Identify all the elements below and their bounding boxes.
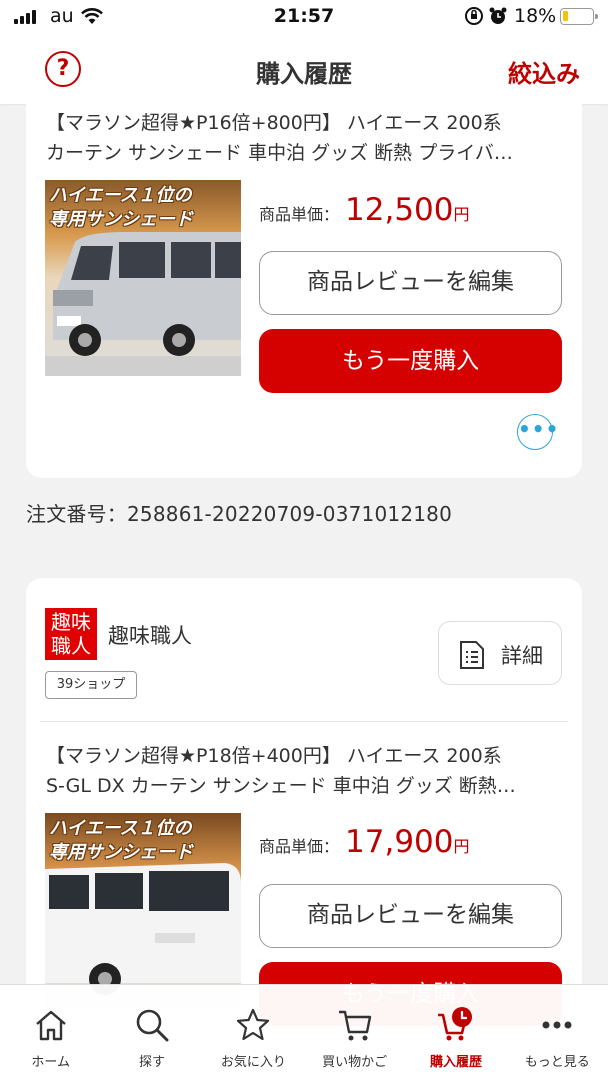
status-bar: au 21:57 18% — [0, 0, 608, 34]
product-name-line: 【マラソン超得★P18倍+400円】 ハイエース 200系 — [46, 745, 502, 767]
search-icon — [136, 1009, 169, 1042]
tab-more[interactable]: もっと見る — [507, 985, 608, 1080]
document-icon — [460, 641, 484, 669]
price-currency: 円 — [453, 837, 470, 856]
tab-favorites[interactable]: お気に入り — [203, 985, 304, 1080]
price-value: 12,500 — [345, 192, 454, 228]
product-name-line: 【マラソン超得★P16倍+800円】 ハイエース 200系 — [46, 112, 502, 134]
home-icon — [35, 1010, 66, 1041]
tab-label: お気に入り — [220, 1055, 286, 1070]
unit-price: 商品単価： 12,500 円 — [259, 192, 470, 228]
tab-label: 探す — [138, 1055, 165, 1070]
shop-tag-badge: 39ショップ — [45, 671, 137, 699]
more-icon — [542, 1021, 572, 1029]
orientation-lock-icon — [465, 7, 483, 25]
edit-review-button[interactable]: 商品レビューを編集 — [259, 251, 562, 315]
filter-button[interactable]: 絞込み — [508, 54, 580, 89]
product-name-line: S-GL DX カーテン サンシェード 車中泊 グッズ 断熱… — [46, 775, 516, 797]
product-name-line: カーテン サンシェード 車中泊 グッズ 断熱 プライバ… — [46, 142, 513, 164]
tab-label: 購入履歴 — [429, 1055, 482, 1070]
price-label: 商品単価： — [259, 837, 340, 856]
edit-review-button[interactable]: 商品レビューを編集 — [259, 884, 562, 948]
buy-again-button[interactable]: もう一度購入 — [259, 329, 562, 393]
tab-search[interactable]: 探す — [101, 985, 202, 1080]
order-number: 注文番号：258861-20220709-0371012180 — [26, 502, 453, 526]
image-banner: ハイエース１位の 専用サンシェード — [49, 185, 193, 230]
tab-label: ホーム — [31, 1055, 70, 1070]
star-icon — [237, 1008, 270, 1041]
battery-percent: 18% — [514, 5, 557, 27]
cart-icon — [338, 1010, 371, 1041]
tab-purchase-history[interactable]: 購入履歴 — [405, 985, 506, 1080]
product-image[interactable]: ハイエース１位の 専用サンシェード — [45, 813, 241, 1009]
image-banner: ハイエース１位の 専用サンシェード — [49, 818, 193, 863]
bottom-tab-bar: ホーム 探す お気に入り 買い物かご 購入履歴 もっと見る — [0, 984, 608, 1080]
product-name-link[interactable]: 【マラソン超得★P16倍+800円】 ハイエース 200系 カーテン サンシェー… — [46, 108, 562, 168]
tab-label: もっと見る — [524, 1055, 590, 1070]
price-label: 商品単価： — [259, 205, 340, 224]
divider — [40, 721, 568, 722]
tab-cart[interactable]: 買い物かご — [304, 985, 405, 1080]
detail-button[interactable]: 詳細 — [438, 621, 562, 685]
detail-label: 詳細 — [501, 644, 543, 668]
product-image[interactable]: ハイエース１位の 専用サンシェード — [45, 180, 241, 376]
product-name-link[interactable]: 【マラソン超得★P18倍+400円】 ハイエース 200系 S-GL DX カー… — [46, 741, 562, 801]
shop-name[interactable]: 趣味職人 — [108, 620, 192, 650]
tab-home[interactable]: ホーム — [0, 985, 101, 1080]
shop-logo[interactable]: 趣味 職人 — [45, 608, 97, 660]
alarm-icon — [489, 7, 507, 24]
price-value: 17,900 — [345, 824, 454, 860]
unit-price: 商品単価： 17,900 円 — [259, 824, 470, 860]
order-card: 【マラソン超得★P16倍+800円】 ハイエース 200系 カーテン サンシェー… — [26, 88, 582, 478]
tab-label: 買い物かご — [322, 1055, 388, 1070]
battery-icon — [560, 8, 598, 25]
price-currency: 円 — [453, 205, 470, 224]
purchase-history-icon — [437, 1007, 472, 1041]
more-dots-icon[interactable]: ••• — [517, 414, 558, 450]
